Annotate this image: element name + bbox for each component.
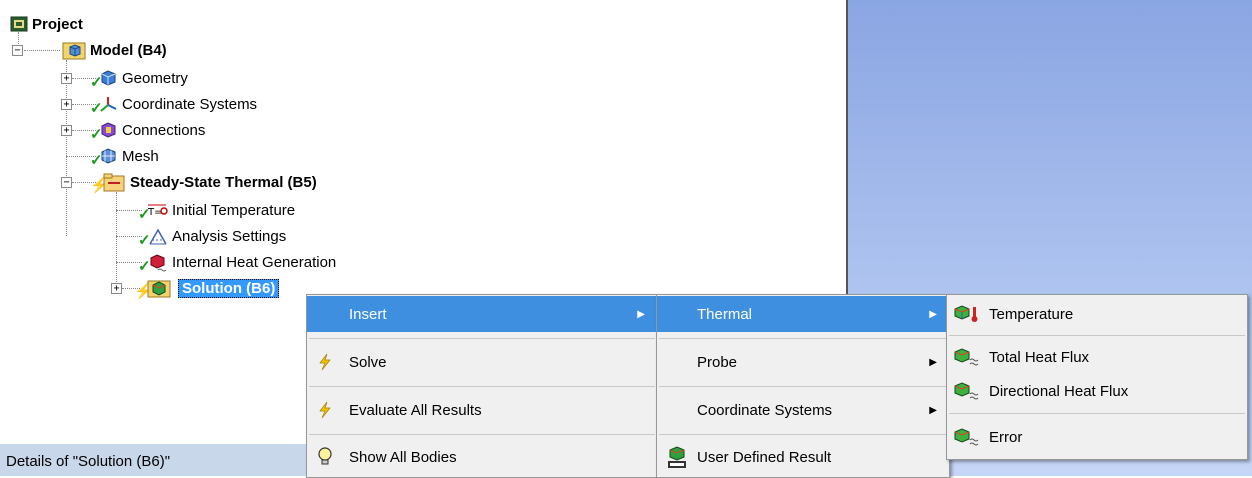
menu-item-probe[interactable]: Probe ▶ [657,344,949,380]
tree-node-mesh[interactable]: ✓ Mesh [90,145,159,170]
menu-item-solve[interactable]: Solve [307,344,657,380]
menu-item-label: Probe [697,353,738,371]
user-defined-result-icon [665,445,689,469]
expand-solution-button[interactable]: + [111,283,122,294]
menu-item-error[interactable]: Error [947,419,1247,455]
submenu-arrow-icon: ▶ [637,308,645,320]
menu-item-label: Temperature [989,305,1074,323]
menu-item-insert[interactable]: Insert ▶ [307,296,657,332]
menu-item-evaluate-all-results[interactable]: Evaluate All Results [307,392,657,428]
tree-node-project[interactable]: Project [10,13,83,35]
error-icon [953,427,981,446]
connections-icon: ✓ [90,122,118,143]
project-icon [10,16,28,32]
menu-separator [309,386,655,387]
details-title: Details of "Solution (B6)" [6,453,171,470]
submenu-arrow-icon: ▶ [929,308,937,320]
menu-item-label: Evaluate All Results [349,401,482,419]
solve-icon [315,353,335,371]
menu-separator [949,413,1245,414]
thermal-analysis-icon: ⚡ [90,173,126,194]
tree-node-analysis-settings[interactable]: ✓ Analysis Settings [138,225,287,250]
menu-item-label: User Defined Result [697,448,832,466]
tree-label: Model (B4) [90,41,167,59]
menu-separator [309,434,655,435]
mesh-icon: ✓ [90,148,118,169]
tree-label: Coordinate Systems [122,95,258,113]
menu-separator [309,338,655,339]
tree-label: Mesh [122,147,159,165]
menu-item-thermal[interactable]: Thermal ▶ [657,296,949,332]
total-heat-flux-icon [953,347,981,366]
menu-separator [659,338,947,339]
analysis-settings-icon: ✓ [138,228,168,249]
internal-heat-generation-icon: ✓ [138,254,168,275]
menu-item-label: Solve [349,353,387,371]
menu-item-coordinate-systems[interactable]: Coordinate Systems ▶ [657,392,949,428]
collapse-model-button[interactable]: − [12,45,23,56]
tree-label-selected: Solution (B6) [178,278,280,298]
tree-connector [66,60,67,236]
model-icon [62,42,86,60]
tree-label: Geometry [122,69,188,87]
tree-node-solution[interactable]: ⚡ Solution (B6) [134,277,280,300]
menu-item-label: Coordinate Systems [697,401,833,419]
menu-separator [659,386,947,387]
tree-node-coordinate-systems[interactable]: ✓ Coordinate Systems [90,93,258,118]
tree-node-geometry[interactable]: ✓ Geometry [90,67,188,92]
expand-coordinate-systems-button[interactable]: + [61,99,72,110]
solution-icon: ⚡ [134,280,174,300]
thermal-submenu: Temperature Total Heat Flux Directional … [946,294,1248,460]
tree-label: Connections [122,121,206,139]
menu-item-label: Show All Bodies [349,448,457,466]
coordinate-systems-icon: ✓ [90,96,118,117]
menu-separator [949,335,1245,336]
tree-label: Internal Heat Generation [172,253,337,271]
expand-geometry-button[interactable]: + [61,73,72,84]
submenu-arrow-icon: ▶ [929,356,937,368]
tree-node-connections[interactable]: ✓ Connections [90,119,206,144]
menu-item-label: Directional Heat Flux [989,382,1129,400]
menu-item-directional-heat-flux[interactable]: Directional Heat Flux [947,373,1247,409]
insert-submenu: Thermal ▶ Probe ▶ Coordinate Systems ▶ U… [656,294,950,478]
context-menu: Insert ▶ Solve Evaluate All Results Show… [306,294,658,478]
temperature-icon [953,304,981,322]
menu-item-temperature[interactable]: Temperature [947,296,1247,332]
menu-item-label: Thermal [697,305,753,323]
submenu-arrow-icon: ▶ [929,404,937,416]
menu-item-label: Error [989,428,1023,446]
tree-connector [24,50,60,51]
tree-connector [116,192,117,288]
directional-heat-flux-icon [953,381,981,400]
tree-node-model[interactable]: Model (B4) [62,39,167,61]
tree-label: Initial Temperature [172,201,296,219]
menu-item-show-all-bodies[interactable]: Show All Bodies [307,439,657,475]
menu-item-total-heat-flux[interactable]: Total Heat Flux [947,339,1247,375]
tree-node-thermal[interactable]: ⚡ Steady-State Thermal (B5) [90,171,317,194]
tree-label: Project [32,15,83,33]
menu-item-user-defined-result[interactable]: User Defined Result [657,439,949,475]
svg-text:T=: T= [147,207,163,218]
initial-temperature-icon: ✓ T= [138,202,168,223]
tree-node-initial-temperature[interactable]: ✓ T= Initial Temperature [138,199,296,224]
tree-node-internal-heat-generation[interactable]: ✓ Internal Heat Generation [138,251,337,276]
tree-label: Steady-State Thermal (B5) [130,173,317,191]
tree-label: Analysis Settings [172,227,287,245]
menu-item-label: Insert [349,305,387,323]
geometry-icon: ✓ [90,70,118,91]
expand-connections-button[interactable]: + [61,125,72,136]
lightbulb-icon [315,447,335,465]
menu-item-label: Total Heat Flux [989,348,1090,366]
menu-separator [659,434,947,435]
evaluate-icon [315,401,335,419]
collapse-thermal-button[interactable]: − [61,177,72,188]
